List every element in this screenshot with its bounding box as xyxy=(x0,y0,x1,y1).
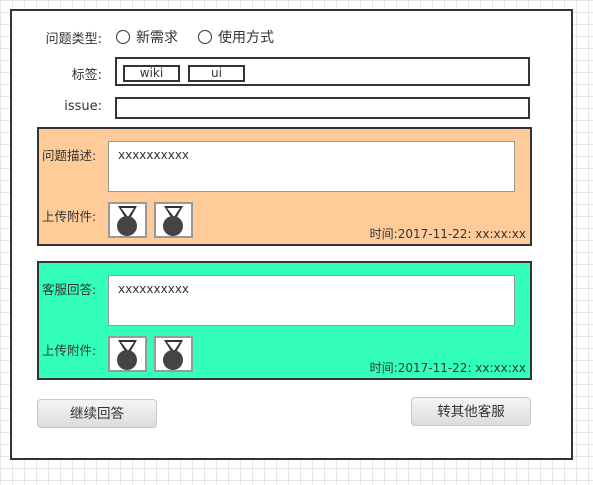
question-desc-textarea[interactable]: xxxxxxxxxx xyxy=(108,141,515,192)
answer-desc-textarea[interactable]: xxxxxxxxxx xyxy=(108,275,515,326)
transfer-agent-button[interactable]: 转其他客服 xyxy=(411,397,531,426)
radio-usage[interactable]: 使用方式 xyxy=(198,27,274,47)
question-panel: 问题描述: xxxxxxxxxx 上传附件: 时间:2017-11-22: xx… xyxy=(37,127,532,246)
answer-desc-label: 客服回答: xyxy=(42,282,97,297)
tags-input[interactable]: wiki ui xyxy=(115,57,530,86)
tag-chip[interactable]: ui xyxy=(188,65,245,82)
issue-label: issue: xyxy=(64,99,102,114)
answer-attach-label: 上传附件: xyxy=(42,343,97,358)
dialog-frame: 问题类型: 新需求 使用方式 标签: wiki ui issue: 问题描述: … xyxy=(10,9,573,460)
radio-circle-icon xyxy=(116,30,130,44)
question-attach-label: 上传附件: xyxy=(42,209,97,224)
image-placeholder-icon xyxy=(117,206,137,236)
image-placeholder-icon xyxy=(117,340,137,370)
attachment-thumbnail[interactable] xyxy=(108,336,147,372)
issue-input[interactable] xyxy=(115,97,530,119)
radio-label: 新需求 xyxy=(136,30,178,46)
attachment-thumbnail[interactable] xyxy=(108,202,147,238)
image-placeholder-icon xyxy=(163,340,183,370)
image-placeholder-icon xyxy=(163,206,183,236)
radio-new-requirement[interactable]: 新需求 xyxy=(116,27,178,47)
answer-timestamp: 时间:2017-11-22: xx:xx:xx xyxy=(369,361,526,375)
tag-chip[interactable]: wiki xyxy=(123,65,180,82)
radio-circle-icon xyxy=(198,30,212,44)
answer-panel: 客服回答: xxxxxxxxxx 上传附件: 时间:2017-11-22: xx… xyxy=(37,261,532,380)
type-label: 问题类型: xyxy=(45,32,102,47)
attachment-thumbnail[interactable] xyxy=(154,336,193,372)
radio-label: 使用方式 xyxy=(218,30,274,46)
question-timestamp: 时间:2017-11-22: xx:xx:xx xyxy=(369,227,526,241)
question-desc-label: 问题描述: xyxy=(42,148,97,163)
tags-label: 标签: xyxy=(71,68,102,83)
attachment-thumbnail[interactable] xyxy=(154,202,193,238)
continue-answer-button[interactable]: 继续回答 xyxy=(37,399,157,428)
